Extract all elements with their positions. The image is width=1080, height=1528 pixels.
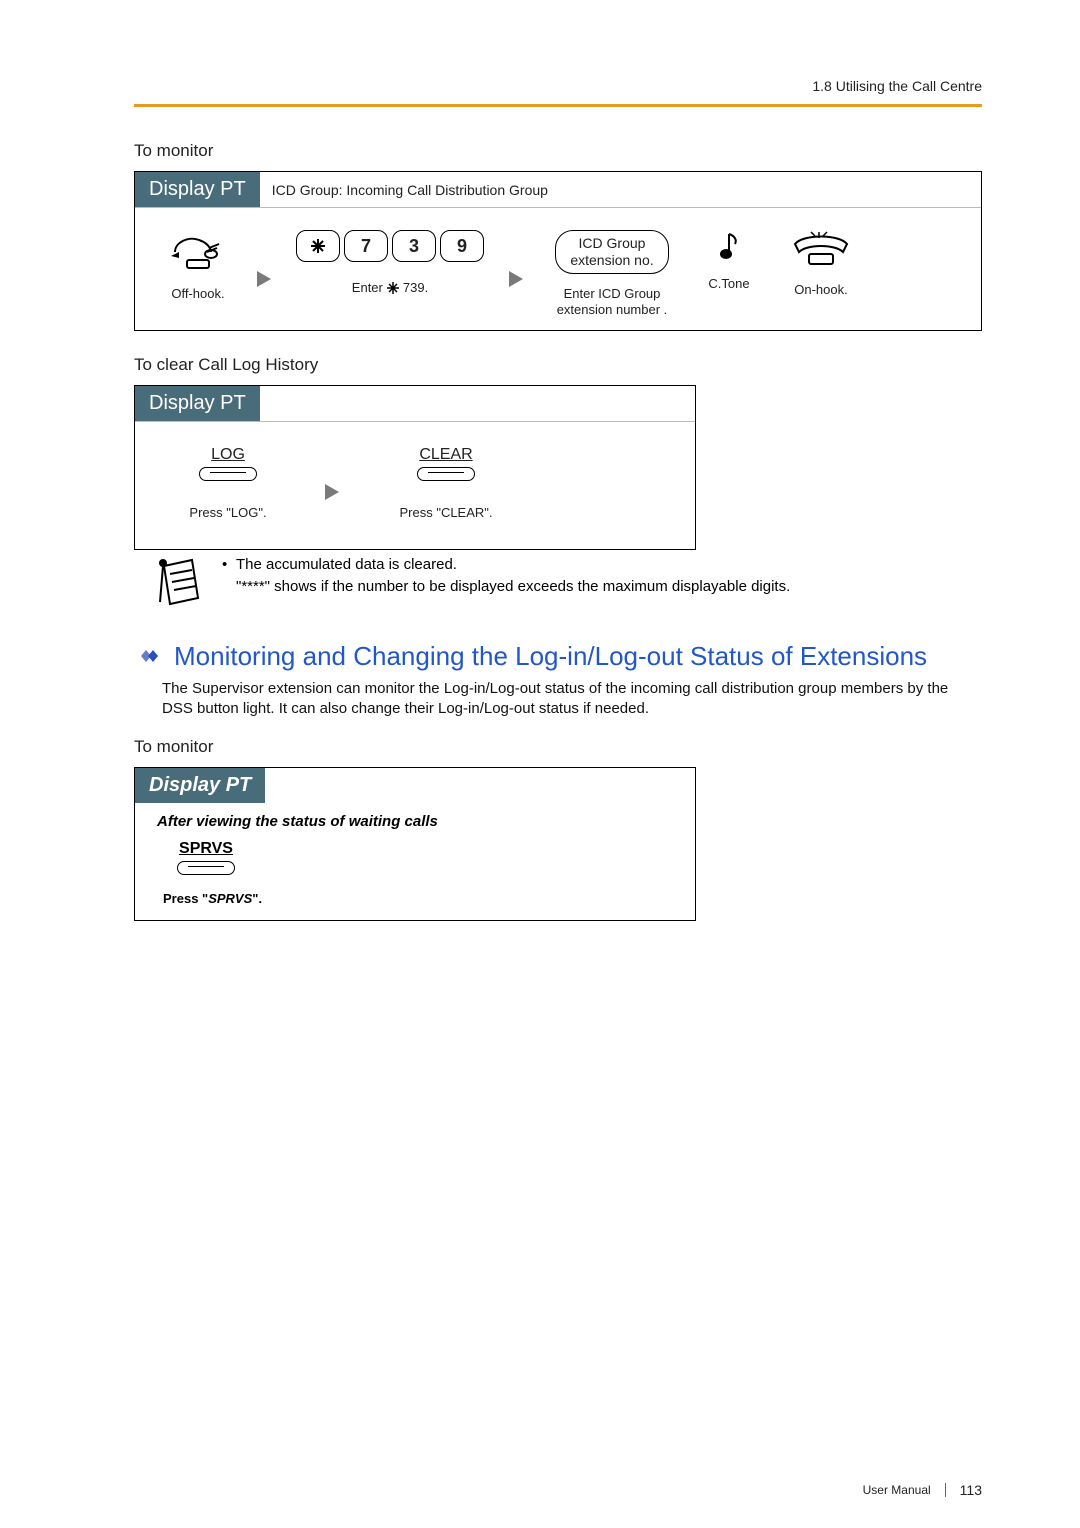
enter-code-caption: Enter 739.	[352, 274, 428, 302]
section-diamond-icon	[134, 646, 164, 666]
arrow-icon	[255, 269, 273, 289]
softkey-label: CLEAR	[419, 446, 472, 464]
after-viewing-text: After viewing the status of waiting call…	[135, 803, 695, 836]
keypad-sequence: 7 3 9	[296, 230, 484, 262]
softkey-clear: CLEAR	[417, 446, 475, 481]
softkey-label: SPRVS	[179, 840, 233, 858]
softkey-label: LOG	[211, 446, 245, 464]
softkey-log: LOG	[199, 446, 257, 481]
header-rule	[134, 104, 982, 107]
ctone-caption: C.Tone	[708, 276, 749, 304]
proc-note: ICD Group: Incoming Call Distribution Gr…	[260, 176, 560, 204]
page-footer: User Manual 113	[863, 1482, 982, 1498]
note-icon	[154, 554, 204, 610]
section-heading-monitor-2: To monitor	[134, 737, 982, 757]
offhook-caption: Off-hook.	[171, 286, 224, 314]
arrow-icon	[507, 269, 525, 289]
icd-group-box: ICD Group extension no.	[555, 230, 668, 274]
icd-line1: ICD Group	[570, 235, 653, 252]
section-heading-clear: To clear Call Log History	[134, 355, 982, 375]
proc-title: Display PT	[135, 386, 260, 421]
offhook-icon	[167, 230, 229, 274]
tone-icon	[715, 230, 743, 264]
section-title: Monitoring and Changing the Log-in/Log-o…	[174, 640, 927, 673]
procedure-box-clear: Display PT LOG Press "LOG". CLEAR Press …	[134, 385, 696, 550]
footer-manual: User Manual	[863, 1483, 931, 1497]
press-clear-caption: Press "CLEAR".	[399, 505, 492, 533]
press-sprvs-caption: Press "SPRVS".	[135, 875, 695, 920]
key-3: 3	[392, 230, 436, 262]
section-heading-monitor: To monitor	[134, 141, 982, 161]
press-log-caption: Press "LOG".	[189, 505, 266, 533]
proc-title: Display PT	[135, 172, 260, 207]
proc-title: Display PT	[135, 768, 265, 803]
procedure-box-monitor: Display PT ICD Group: Incoming Call Dist…	[134, 171, 982, 331]
footer-page-number: 113	[960, 1482, 982, 1498]
note-text: •The accumulated data is cleared. "****"…	[222, 554, 790, 598]
enter-icd-caption: Enter ICD Group extension number .	[557, 286, 668, 319]
arrow-icon	[323, 482, 341, 502]
key-star	[296, 230, 340, 262]
breadcrumb: 1.8 Utilising the Call Centre	[134, 78, 982, 94]
key-9: 9	[440, 230, 484, 262]
softkey-sprvs: SPRVS	[177, 840, 235, 875]
onhook-icon	[789, 230, 853, 270]
section-paragraph: The Supervisor extension can monitor the…	[162, 679, 982, 720]
icd-line2: extension no.	[570, 252, 653, 269]
onhook-caption: On-hook.	[794, 282, 847, 310]
procedure-box-monitor-2: Display PT After viewing the status of w…	[134, 767, 696, 921]
key-7: 7	[344, 230, 388, 262]
